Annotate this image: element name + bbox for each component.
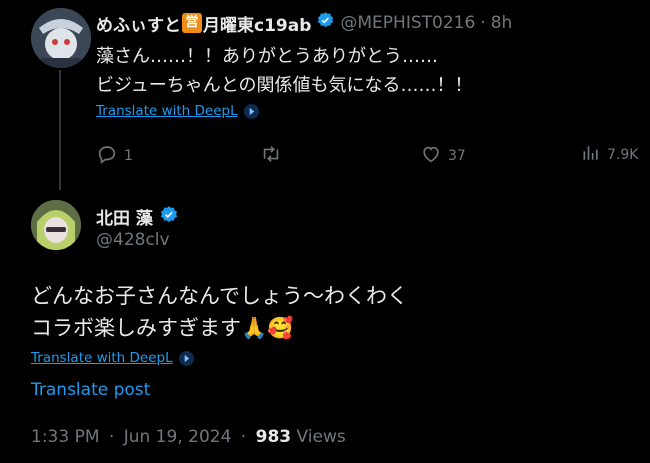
deepl-icon	[243, 103, 259, 119]
deepl-icon	[178, 350, 194, 366]
user-handle[interactable]: @MEPHIST0216	[340, 13, 475, 33]
avatar[interactable]	[31, 200, 81, 250]
translate-deepl-label: Translate with DeepL	[31, 350, 173, 366]
tweet-text-line: 藻さん……！！ありがとうありがとう……	[96, 46, 438, 67]
tweet1-text: 藻さん……！！ありがとうありがとう…… ビジューちゃんとの関係値も気になる……！…	[96, 42, 473, 100]
retweet-button[interactable]	[260, 143, 288, 169]
like-count: 37	[448, 148, 466, 164]
tweet2-name-row: 北田 藻	[96, 204, 179, 229]
post-date[interactable]: Jun 19, 2024	[124, 427, 232, 447]
avatar[interactable]	[31, 8, 91, 68]
display-name[interactable]: めふぃすと	[96, 11, 181, 36]
separator-dot: ·	[480, 13, 486, 33]
display-name-suffix[interactable]: 月曜東c19ab	[203, 11, 311, 36]
reply-count: 1	[124, 148, 133, 164]
tweet-text-line: コラボ楽しみすぎます🙏🥰	[31, 312, 408, 344]
heart-icon	[420, 143, 442, 169]
translate-post-link[interactable]: Translate post	[31, 380, 150, 400]
emoji-badge: 営	[182, 13, 202, 33]
tweet-text-line: どんなお子さんなんでしょう～わくわく	[31, 284, 408, 308]
thread-connector	[59, 70, 61, 190]
tweet1-header: めふぃすと 営 月曜東c19ab @MEPHIST0216 · 8h	[96, 11, 513, 36]
reply-icon	[96, 143, 118, 169]
translate-deepl-link[interactable]: Translate with DeepL	[96, 103, 259, 119]
analytics-icon	[581, 143, 601, 167]
tweet-text-segment: コラボ楽しみすぎます	[31, 316, 241, 340]
verified-badge-icon	[159, 205, 179, 229]
display-name[interactable]: 北田 藻	[96, 204, 153, 229]
views-button[interactable]: 7.9K	[581, 143, 638, 167]
verified-badge-icon	[316, 11, 335, 35]
views-label: Views	[296, 427, 346, 447]
view-count: 7.9K	[607, 147, 639, 163]
tweet-meta: 1:33 PM · Jun 19, 2024 · 983 Views	[31, 427, 346, 447]
views-count: 983	[255, 427, 292, 447]
timestamp[interactable]: 8h	[491, 13, 513, 33]
folded-hands-emoji: 🙏	[241, 316, 268, 340]
translate-deepl-label: Translate with DeepL	[96, 103, 238, 119]
translate-deepl-link[interactable]: Translate with DeepL	[31, 350, 194, 366]
smiling-hearts-emoji: 🥰	[267, 316, 294, 340]
tweet2-text: どんなお子さんなんでしょう～わくわく コラボ楽しみすぎます🙏🥰	[31, 280, 408, 344]
separator-dot: ·	[108, 427, 115, 447]
reply-button[interactable]: 1	[96, 143, 133, 169]
tweet1-actions: 1 37 7.9K	[96, 143, 650, 167]
post-time[interactable]: 1:33 PM	[31, 427, 100, 447]
like-button[interactable]: 37	[420, 143, 466, 169]
separator-dot: ·	[240, 427, 247, 447]
retweet-icon	[260, 143, 282, 169]
user-handle[interactable]: @428clv	[96, 230, 170, 250]
tweet-text-line: ビジューちゃんとの関係値も気になる……！！	[96, 75, 473, 96]
